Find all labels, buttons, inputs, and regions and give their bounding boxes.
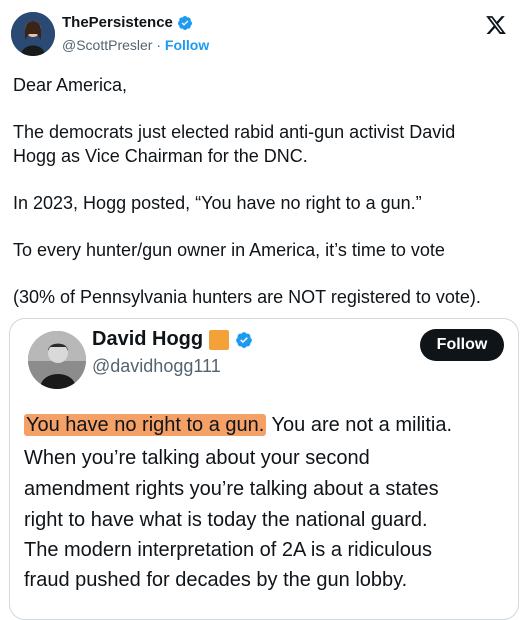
tweet-header: ThePersistence @ScottPresler · Follow [0,0,523,64]
verified-badge-icon [236,331,252,348]
author-display-name[interactable]: ThePersistence [62,14,173,31]
quoted-author-name-row: David Hogg [92,328,253,351]
quoted-text-line: You have no right to a gun. You are not … [24,410,452,440]
highlighted-phrase: You have no right to a gun. [24,414,267,436]
orange-square-emoji [209,329,230,350]
quoted-text-line: The modern interpretation of 2A is a rid… [24,539,432,561]
quoted-tweet-card[interactable]: David Hogg @davidhogg111 Follow You have… [9,318,519,620]
quoted-text-line: right to have what is today the national… [24,509,428,531]
follow-link[interactable]: Follow [165,37,209,53]
tweet-text-line: (30% of Pennsylvania hunters are NOT reg… [13,287,481,307]
author-avatar[interactable] [11,12,55,56]
x-logo-icon[interactable] [485,14,507,36]
tweet-text-line: Dear America, [13,75,128,95]
tweet-text-line: Hogg as Vice Chairman for the DNC. [13,146,308,166]
quoted-follow-button[interactable]: Follow [420,329,504,361]
quoted-author-avatar[interactable] [28,331,86,389]
verified-badge-icon [177,15,192,30]
quoted-text-rest: You are not a militia. [266,414,453,436]
tweet-text-line: To every hunter/gun owner in America, it… [13,240,445,260]
quoted-author-display-name[interactable]: David Hogg [92,328,203,351]
author-name-row: ThePersistence [62,14,193,31]
author-handle[interactable]: @ScottPresler [62,37,152,53]
quoted-text-line: amendment rights you’re talking about a … [24,478,439,500]
quoted-text-line: When you’re talking about your second [24,447,370,469]
author-handle-row: @ScottPresler · Follow [62,37,209,53]
tweet-text-line: In 2023, Hogg posted, “You have no right… [13,193,422,213]
quoted-author-handle[interactable]: @davidhogg111 [92,356,221,377]
quoted-text-line: fraud pushed for decades by the gun lobb… [24,569,408,591]
handle-separator: · [156,37,162,53]
tweet-text-line: The democrats just elected rabid anti-gu… [13,122,456,142]
